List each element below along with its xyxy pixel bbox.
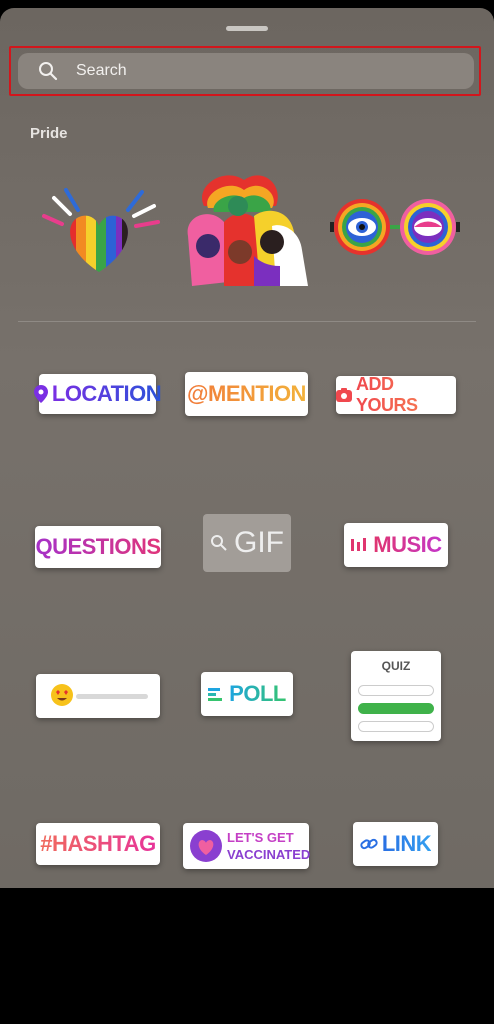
location-label: LOCATION xyxy=(51,381,162,406)
add-yours-sticker[interactable]: ADD YOURS xyxy=(336,374,456,416)
questions-sticker[interactable]: QUESTIONS xyxy=(35,526,161,568)
vaccinated-sticker[interactable]: LET'S GET VACCINATED xyxy=(183,823,311,869)
section-title-pride: Pride xyxy=(30,125,68,142)
link-label: LINK xyxy=(381,831,432,856)
location-sticker[interactable]: LOCATION xyxy=(33,374,162,414)
camera-icon xyxy=(336,388,352,402)
pride-people-sticker[interactable] xyxy=(184,166,312,292)
sticker-tray: Pride xyxy=(0,8,494,888)
emoji-slider-sticker[interactable] xyxy=(36,674,160,718)
link-sticker[interactable]: LINK xyxy=(353,822,438,866)
poll-label: POLL xyxy=(229,681,286,706)
mention-sticker[interactable]: @MENTION xyxy=(185,372,308,416)
drag-handle[interactable] xyxy=(226,26,268,31)
location-pin-icon xyxy=(33,385,48,403)
heart-eyes-emoji-icon xyxy=(50,683,74,707)
vaccinated-line2: VACCINATED xyxy=(227,847,311,862)
hashtag-sticker[interactable]: #HASHTAG xyxy=(36,823,160,865)
gif-sticker[interactable]: GIF xyxy=(203,514,291,572)
quiz-option-selected xyxy=(358,703,434,714)
bottom-blank-area xyxy=(0,888,494,1024)
search-icon xyxy=(38,61,58,81)
quiz-sticker[interactable]: QUIZ xyxy=(351,651,441,741)
pride-heart-sticker[interactable] xyxy=(34,180,164,280)
section-divider xyxy=(18,321,476,322)
quiz-label: QUIZ xyxy=(381,659,411,673)
poll-sticker[interactable]: POLL xyxy=(201,672,293,716)
link-icon xyxy=(360,835,378,853)
music-bars-icon xyxy=(350,536,368,554)
poll-lines-icon xyxy=(208,686,224,702)
add-yours-label: ADD YOURS xyxy=(356,374,456,416)
music-label: MUSIC xyxy=(373,532,442,557)
questions-label: QUESTIONS xyxy=(35,534,161,559)
heart-icon xyxy=(189,829,223,863)
quiz-option xyxy=(358,721,434,732)
vaccinated-line1: LET'S GET xyxy=(227,830,294,845)
search-bar[interactable] xyxy=(18,53,474,89)
gif-label: GIF xyxy=(234,526,284,559)
quiz-option xyxy=(358,685,434,696)
mention-label: @MENTION xyxy=(187,381,306,406)
music-sticker[interactable]: MUSIC xyxy=(344,523,448,567)
search-input[interactable] xyxy=(74,61,438,81)
hashtag-label: #HASHTAG xyxy=(40,831,156,856)
gif-search-icon xyxy=(210,534,228,552)
pride-eyes-sticker[interactable] xyxy=(330,194,460,260)
slider-track xyxy=(76,694,148,699)
